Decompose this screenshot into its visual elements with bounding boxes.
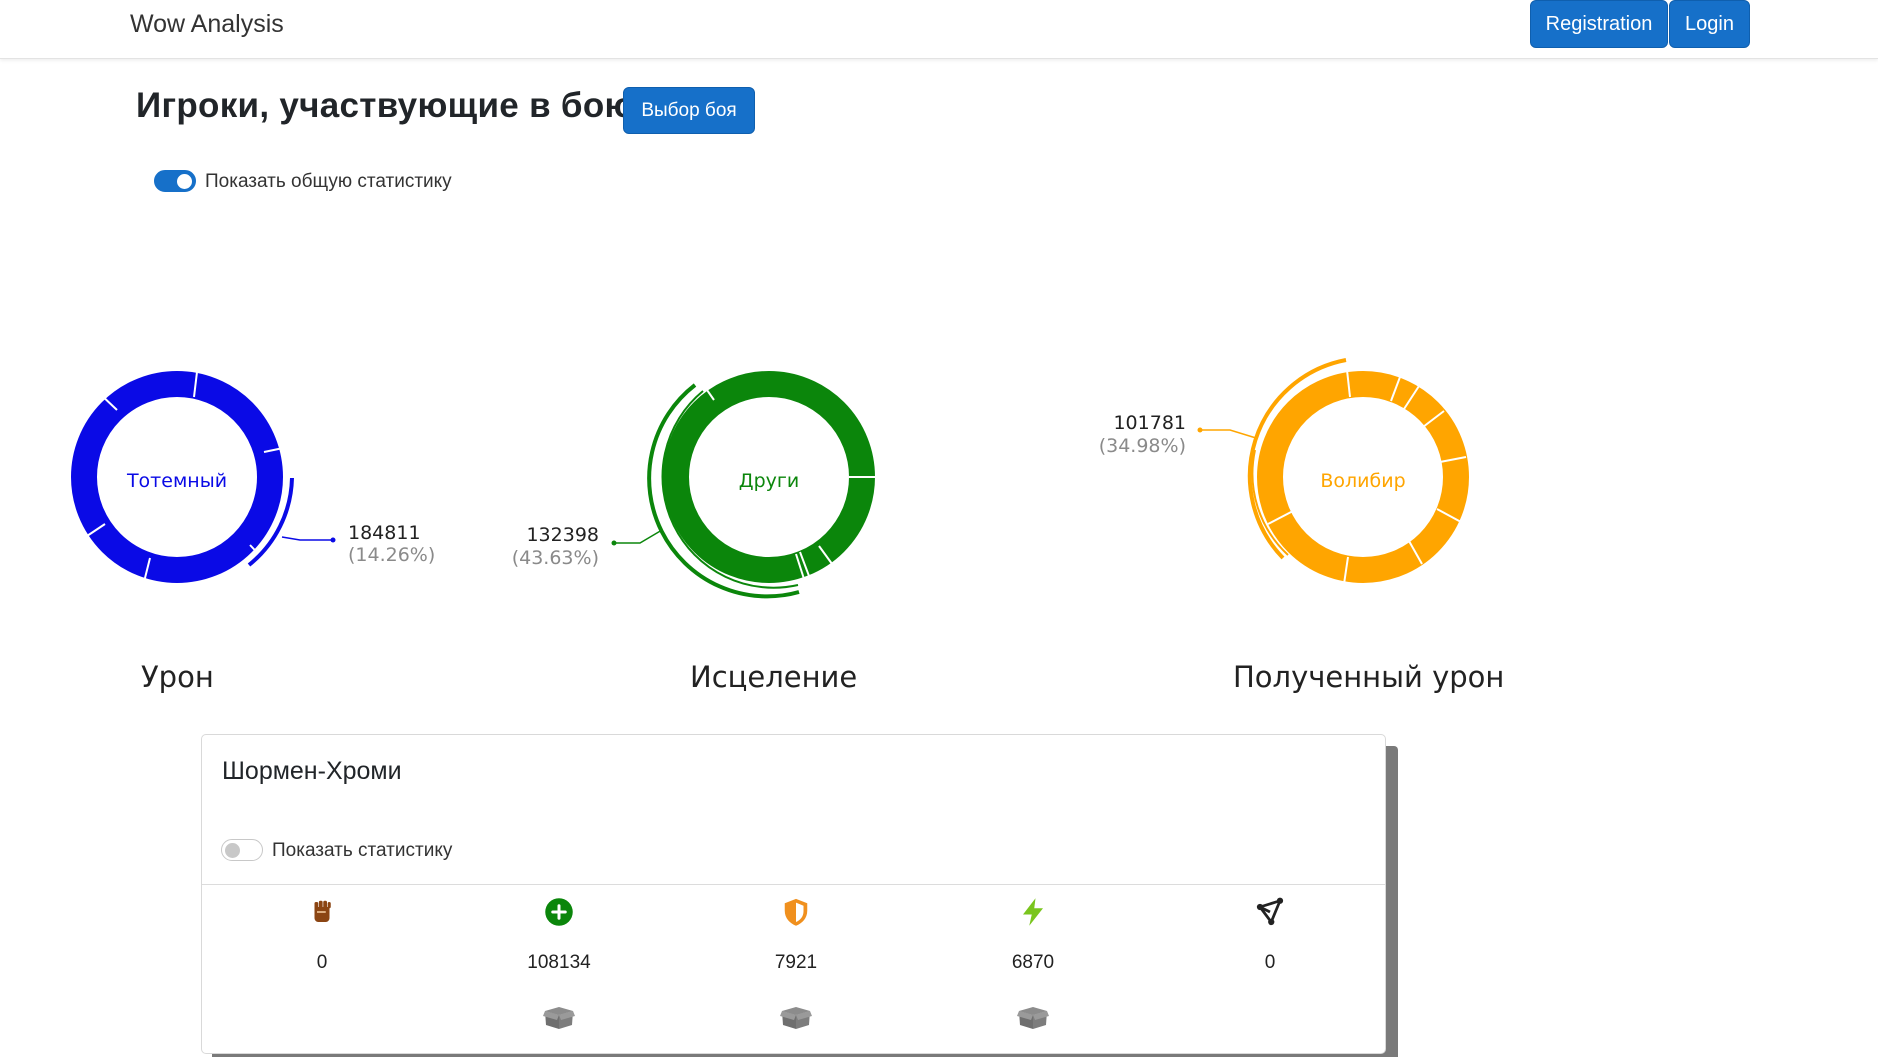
damage-taken-center-label: Волибир <box>1320 470 1405 492</box>
damage-taken-highlight-value: 101781 <box>1113 412 1186 434</box>
stat-column-misc: 0 <box>1152 885 1385 1053</box>
damage-taken-chart-title: Полученный урон <box>1233 660 1505 694</box>
stat-column-healing: 108134 <box>441 885 677 1053</box>
toggle-knob <box>177 174 192 189</box>
box-icon[interactable] <box>1017 1005 1049 1031</box>
damage-center-label: Тотемный <box>126 470 227 492</box>
fight-select-button[interactable]: Выбор боя <box>623 87 755 134</box>
fist-icon <box>314 900 331 922</box>
healing-highlight-value: 132398 <box>526 524 599 546</box>
player-stats-toggle[interactable] <box>221 839 263 861</box>
overall-stats-toggle[interactable] <box>154 170 196 192</box>
overall-stats-toggle-label: Показать общую статистику <box>205 171 452 192</box>
damage-taken-label-dot <box>1197 427 1203 433</box>
stat-column-absorb: 7921 <box>678 885 914 1053</box>
login-button[interactable]: Login <box>1669 0 1750 48</box>
damage-taken-donut-chart[interactable]: Волибир 101781 (34.98%) <box>1099 358 1469 585</box>
stat-column-energy: 6870 <box>915 885 1151 1053</box>
stat-value: 0 <box>1264 952 1276 973</box>
healing-chart-title: Исцеление <box>690 660 858 694</box>
charts-area: Тотемный 184811 (14.26%) Други 132398 (4… <box>71 358 1469 599</box>
nodes-icon <box>1256 897 1284 926</box>
damage-taken-label-line <box>1200 429 1257 439</box>
plus-circle-icon <box>545 898 573 926</box>
healing-label-line <box>614 529 663 544</box>
healing-donut-chart[interactable]: Други 132398 (43.63%) <box>512 371 876 599</box>
box-icon[interactable] <box>543 1005 575 1031</box>
box-icon[interactable] <box>780 1005 812 1031</box>
stat-column-damage: 0 <box>204 885 440 1053</box>
healing-center-label: Други <box>739 470 799 492</box>
damage-label-dot <box>330 537 336 543</box>
stat-value: 6870 <box>1011 952 1055 973</box>
healing-highlight-percent: (43.63%) <box>512 547 599 569</box>
damage-donut-chart[interactable]: Тотемный 184811 (14.26%) <box>71 371 435 583</box>
shield-icon <box>784 898 808 926</box>
toggle-knob <box>225 843 240 858</box>
page-title: Игроки, участвующие в бою <box>136 86 635 125</box>
brand-link[interactable]: Wow Analysis <box>130 10 284 39</box>
navbar: Wow Analysis Registration Login <box>0 0 1878 59</box>
damage-label-line <box>281 536 333 541</box>
stat-value: 7921 <box>774 952 818 973</box>
registration-button[interactable]: Registration <box>1530 0 1668 48</box>
player-stats-toggle-label: Показать статистику <box>272 840 453 861</box>
damage-chart-title: Урон <box>141 660 214 694</box>
healing-label-dot <box>611 540 617 546</box>
lightning-icon <box>1023 898 1043 926</box>
stat-value: 0 <box>316 952 328 973</box>
damage-taken-highlight-percent: (34.98%) <box>1099 435 1186 457</box>
stat-value: 108134 <box>527 952 591 973</box>
player-card: Шормен-Хроми Показать статистику 0 10813… <box>201 734 1386 1054</box>
player-name: Шормен-Хроми <box>222 757 402 785</box>
damage-highlight-percent: (14.26%) <box>348 544 435 566</box>
damage-highlight-value: 184811 <box>348 522 421 544</box>
